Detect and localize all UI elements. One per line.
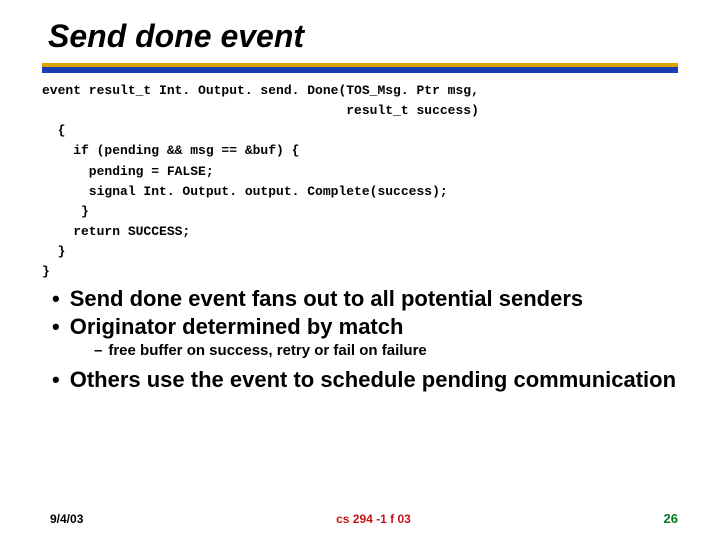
list-item: • Send done event fans out to all potent… — [42, 286, 678, 311]
sub-list-item: – free buffer on success, retry or fail … — [94, 342, 678, 359]
bullet-text: Others use the event to schedule pending… — [70, 367, 676, 392]
page-number: 26 — [664, 511, 678, 526]
bullet-list: • Send done event fans out to all potent… — [42, 286, 678, 392]
footer-course: cs 294 -1 f 03 — [336, 512, 411, 526]
list-item: • Originator determined by match — [42, 314, 678, 339]
code-snippet: event result_t Int. Output. send. Done(T… — [42, 81, 678, 282]
bullet-text: Originator determined by match — [70, 314, 404, 339]
dash-mark: – — [94, 342, 102, 359]
bullet-mark: • — [52, 367, 60, 392]
divider — [42, 63, 678, 73]
bullet-mark: • — [52, 314, 60, 339]
slide-title: Send done event — [48, 18, 720, 55]
bullet-text: Send done event fans out to all potentia… — [70, 286, 583, 311]
bullet-mark: • — [52, 286, 60, 311]
list-item: • Others use the event to schedule pendi… — [42, 367, 678, 392]
sub-bullet-text: free buffer on success, retry or fail on… — [108, 342, 426, 359]
footer-date: 9/4/03 — [50, 512, 83, 526]
footer: 9/4/03 cs 294 -1 f 03 26 — [0, 511, 720, 526]
